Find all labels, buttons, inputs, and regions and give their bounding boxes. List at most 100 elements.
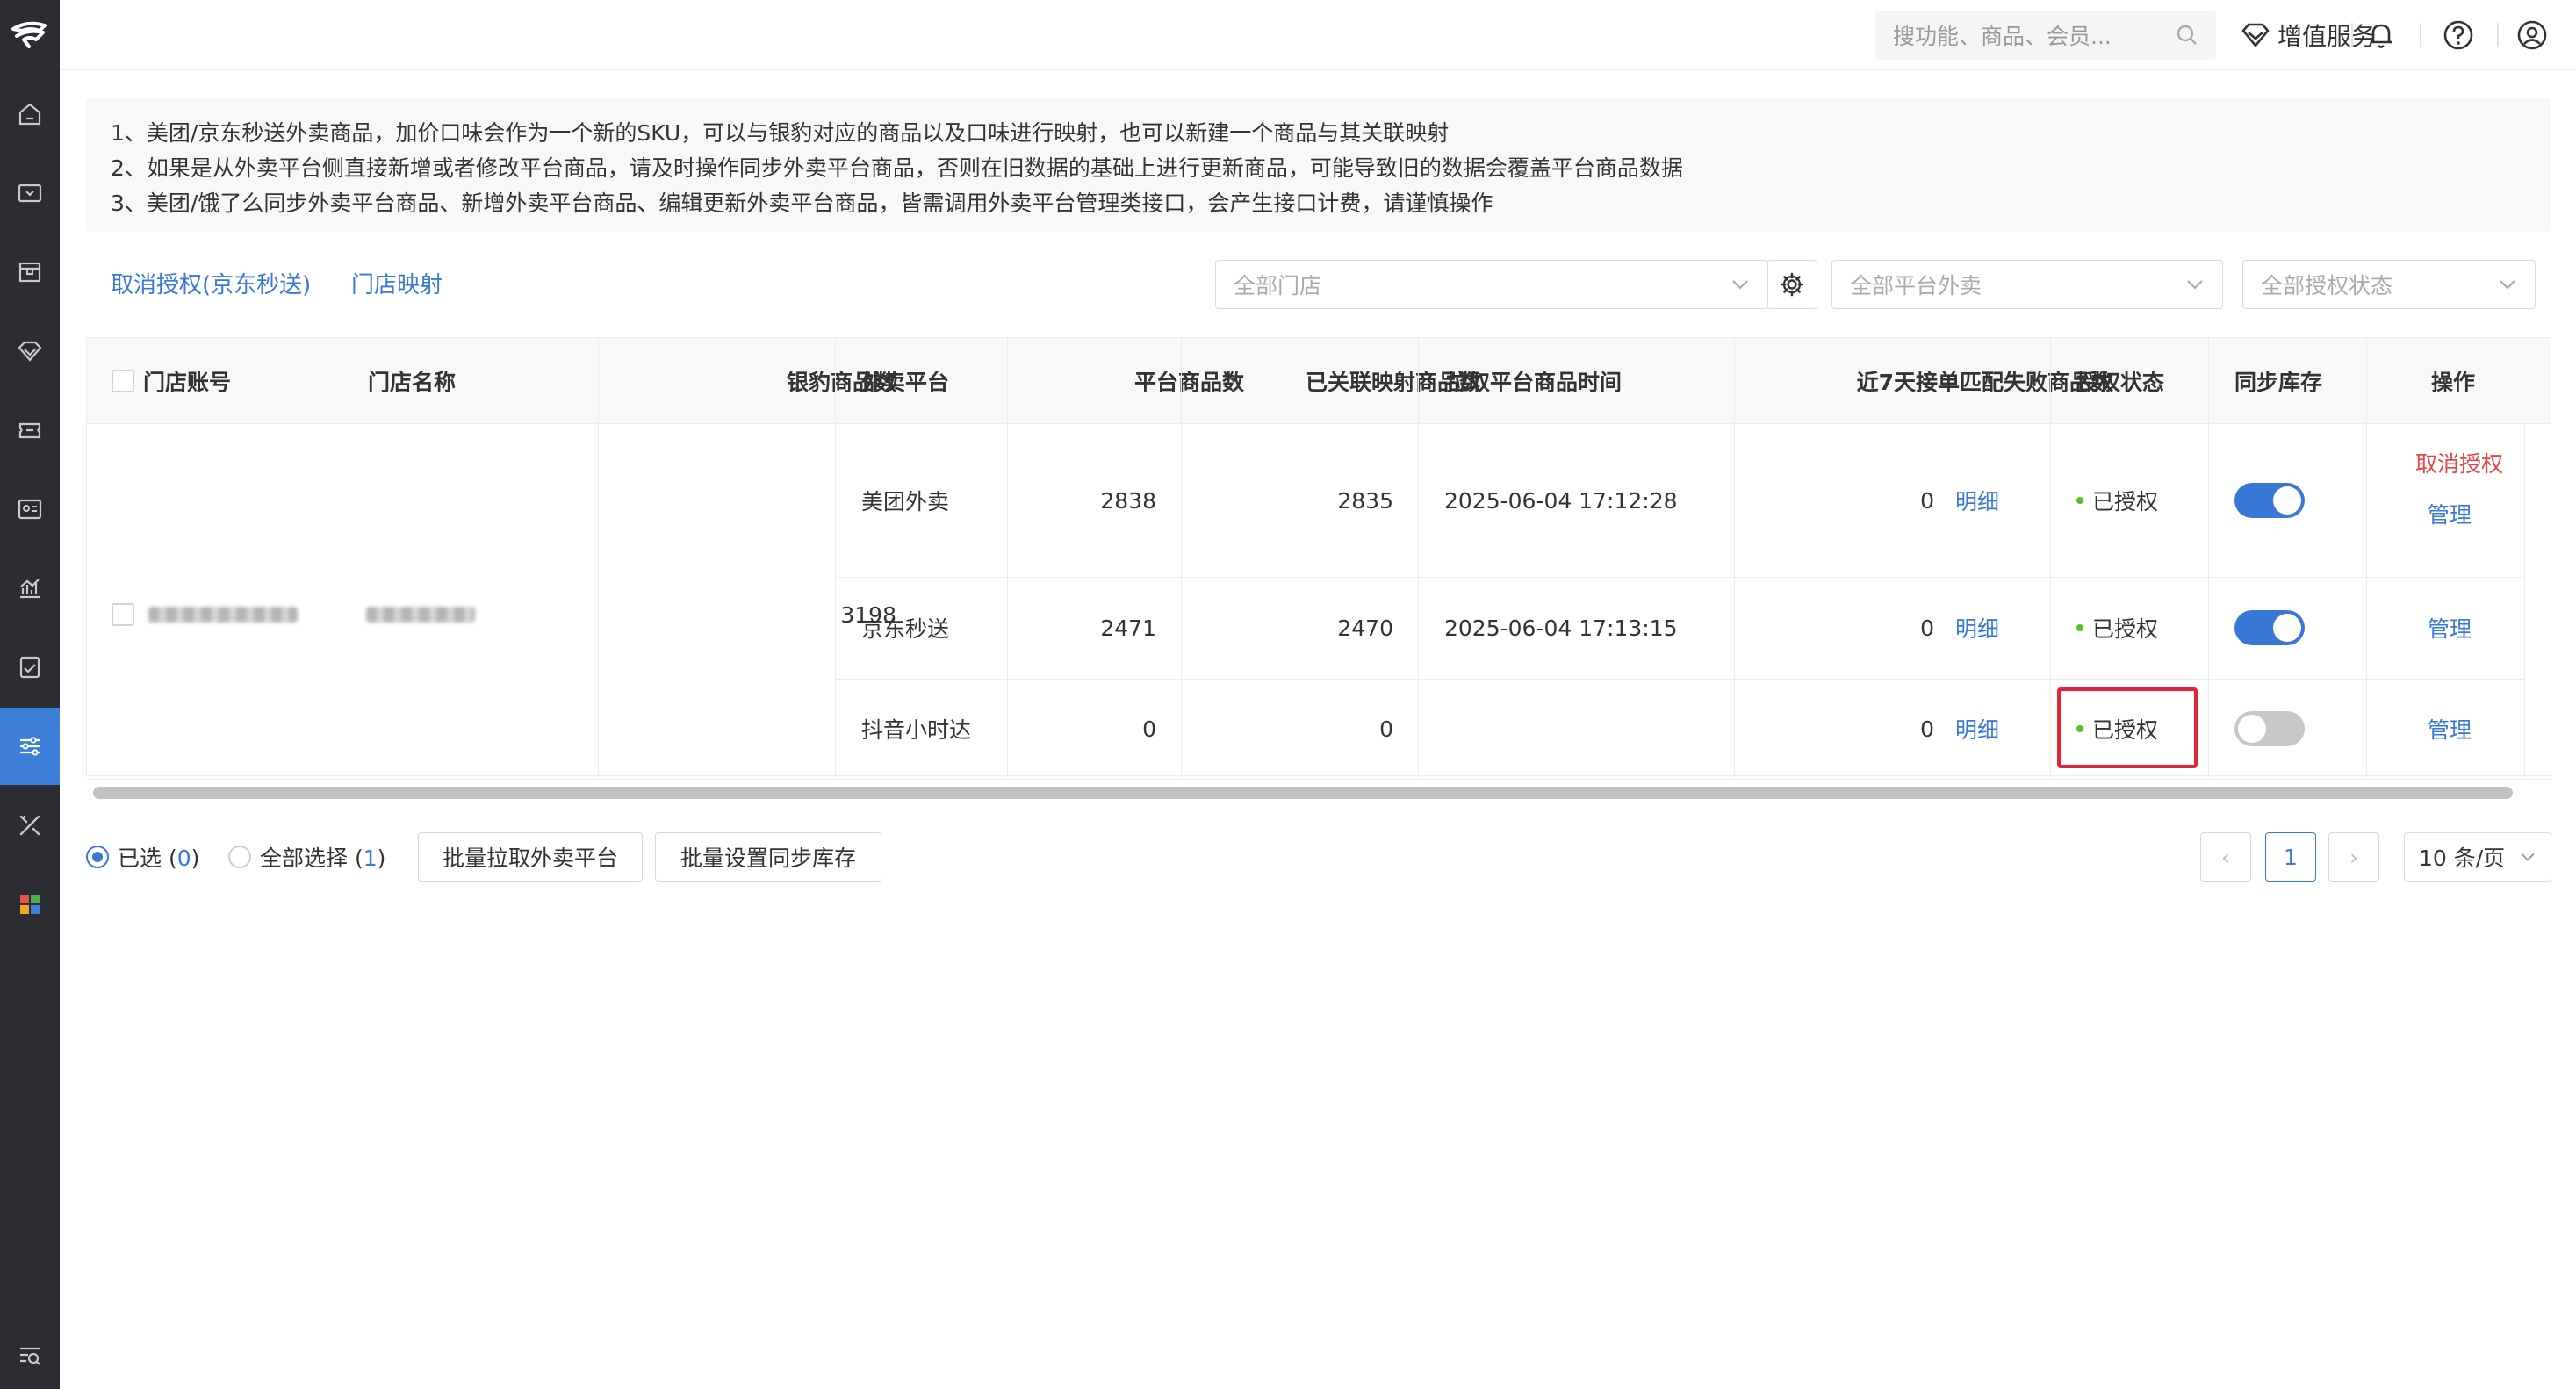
nav-home[interactable] (0, 76, 60, 153)
logo[interactable] (0, 0, 60, 70)
header-sync-stock: 同步库存 (2234, 370, 2323, 395)
chart-icon (20, 579, 40, 599)
sync-stock-cell (2234, 577, 2305, 679)
user-profile-button[interactable] (2515, 18, 2550, 53)
nav-finance[interactable] (0, 629, 60, 706)
select-all-checkbox[interactable] (112, 370, 134, 392)
detail-link[interactable]: 明细 (1955, 424, 1999, 577)
sync-stock-toggle[interactable] (2234, 483, 2305, 518)
toggle-knob (2273, 486, 2301, 515)
platform-name: 京东秒送 (861, 616, 950, 642)
search-icon (2177, 25, 2197, 45)
manage-action[interactable]: 管理 (2428, 496, 2472, 531)
manage-action[interactable]: 管理 (2428, 577, 2472, 679)
store-mapping-link[interactable]: 门店映射 (351, 267, 443, 299)
header-platform-goods: 平台商品数 (1133, 370, 1244, 395)
mapped-goods-count: 2470 (1337, 615, 1393, 641)
nav-cashier[interactable] (0, 155, 60, 232)
nav-settings-active[interactable] (0, 708, 60, 785)
next-page-button[interactable]: › (2328, 832, 2379, 882)
detail-link[interactable]: 明细 (1955, 679, 1999, 779)
highlight-box (2057, 687, 2198, 768)
cashier-icon (18, 184, 42, 203)
status-dot (2076, 497, 2083, 504)
nav-apps[interactable] (0, 866, 60, 943)
nav-tools[interactable] (0, 787, 60, 864)
grid-line (598, 338, 599, 777)
batch-sync-button[interactable]: 批量设置同步库存 (655, 832, 881, 882)
chevron-down-icon (2521, 853, 2535, 861)
batch-pull-button[interactable]: 批量拉取外卖平台 (418, 832, 643, 882)
match-fail-count: 0 (1920, 615, 1934, 641)
nav-goods[interactable] (0, 234, 60, 311)
help-button[interactable] (2441, 18, 2476, 53)
store-platform-table: 门店账号 门店名称 银豹商品数 外卖平台 平台商品数 已关联映射商品数 拉取平台… (86, 337, 2552, 780)
header-label: 门店账号 (143, 370, 232, 395)
cancel-auth-action[interactable]: 取消授权 (2415, 445, 2503, 480)
pull-time: 2025-06-04 17:12:28 (1444, 487, 1678, 514)
row-checkbox[interactable] (112, 603, 134, 626)
toggle-knob (2273, 614, 2301, 642)
brand-logo-icon (11, 21, 47, 48)
platform-goods-count: 2471 (1100, 615, 1156, 641)
page-size-select[interactable]: 10 条/页 (2404, 832, 2551, 882)
nav-search-menu[interactable] (0, 1317, 60, 1389)
auth-status: 已授权 (2076, 424, 2158, 577)
select-all-radio-group[interactable]: 全部选择 (1) (228, 832, 385, 882)
nav-staff[interactable] (0, 471, 60, 548)
sidebar (0, 0, 60, 1389)
diamond-icon (18, 341, 42, 362)
manage-action[interactable]: 管理 (2428, 679, 2472, 779)
value-added-label: 增值服务 (2277, 22, 2377, 51)
pull-time: 2025-06-04 17:13:15 (1444, 615, 1678, 641)
sync-stock-toggle[interactable] (2234, 711, 2305, 746)
chevron-down-icon (1732, 280, 1748, 290)
top-header: 搜功能、商品、会员... 增值服务 (60, 0, 2576, 70)
home-icon (18, 103, 41, 126)
mapped-goods-count: 2835 (1337, 487, 1393, 514)
value-added-services[interactable]: 增值服务 (2241, 16, 2376, 54)
cancel-auth-link[interactable]: 取消授权(京东秒送) (111, 267, 311, 299)
chevron-down-icon (2500, 280, 2515, 290)
header-divider (2497, 23, 2499, 47)
auth-status-select[interactable]: 全部授权状态 (2242, 260, 2536, 309)
prev-page-button[interactable]: ‹ (2200, 832, 2251, 882)
grid-line (2050, 338, 2051, 777)
help-icon (2443, 20, 2473, 50)
gear-icon (1780, 272, 1804, 297)
page-size-value: 10 条/页 (2419, 846, 2506, 871)
selected-radio[interactable] (86, 846, 109, 868)
auth-status-label: 已授权 (2092, 616, 2159, 642)
grid-line (2366, 338, 2367, 777)
horizontal-scrollbar[interactable] (93, 787, 2513, 799)
notice-line: 3、美团/饿了么同步外卖平台商品、新增外卖平台商品、编辑更新外卖平台商品，皆需调… (111, 191, 1493, 216)
header-match-fail: 近7天接单匹配失败商品数 (1856, 370, 2113, 395)
search-input[interactable]: 搜功能、商品、会员... (1893, 19, 2176, 51)
nav-marketing[interactable] (0, 392, 60, 469)
search-box[interactable]: 搜功能、商品、会员... (1875, 11, 2216, 60)
platform-name: 美团外卖 (861, 489, 950, 515)
notification-button[interactable] (2364, 18, 2399, 53)
header-store-name: 门店名称 (368, 370, 457, 395)
store-account-blurred (148, 607, 298, 623)
detail-link[interactable]: 明细 (1955, 577, 1999, 679)
grid-line (2208, 338, 2209, 777)
header-store-account: 门店账号 (112, 338, 231, 424)
box-icon (18, 262, 41, 283)
sync-stock-toggle[interactable] (2234, 610, 2305, 645)
user-icon (2517, 20, 2547, 50)
page-1-button[interactable]: 1 (2265, 832, 2316, 882)
nav-member[interactable] (0, 313, 60, 390)
selected-radio-group[interactable]: 已选 (0) (86, 832, 199, 882)
store-settings-button[interactable] (1767, 260, 1817, 309)
nav-report[interactable] (0, 550, 60, 627)
store-select[interactable]: 全部门店 (1215, 260, 1768, 309)
bell-icon (2371, 24, 2392, 48)
store-account-cell (112, 591, 298, 638)
header-divider (2351, 23, 2353, 47)
menu-search-icon (20, 1347, 40, 1365)
platform-goods-count: 0 (1142, 716, 1156, 742)
select-all-radio[interactable] (228, 846, 251, 868)
match-fail-count: 0 (1920, 487, 1934, 514)
platform-select[interactable]: 全部平台外卖 (1831, 260, 2223, 309)
